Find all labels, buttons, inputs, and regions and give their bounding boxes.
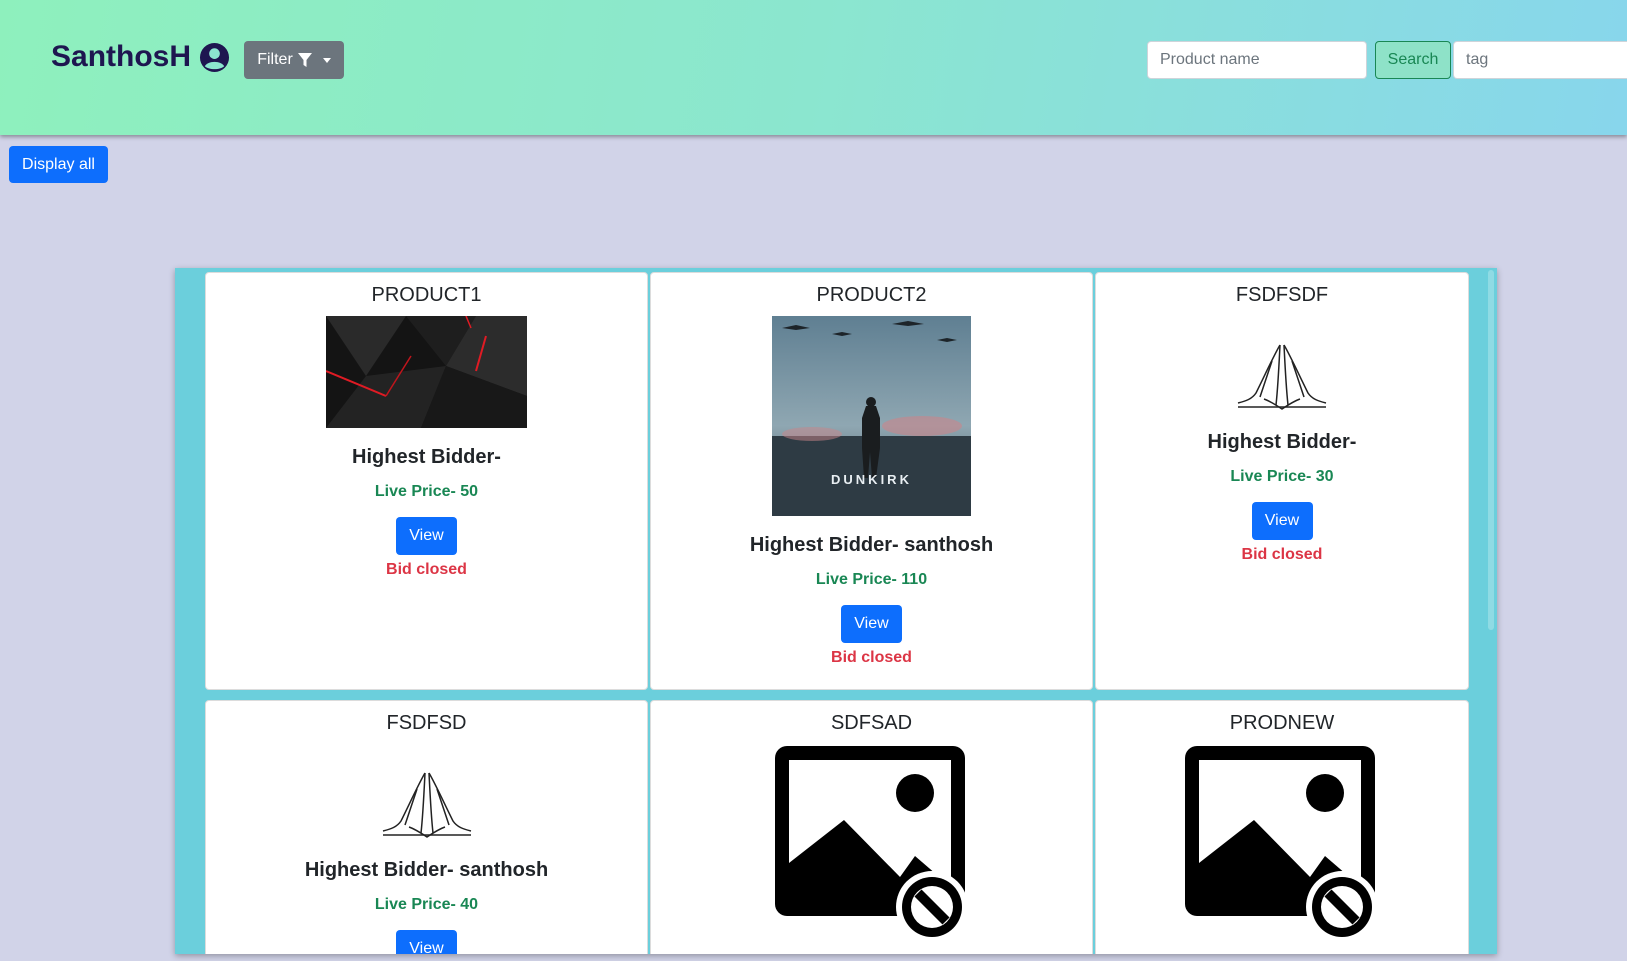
product-title: FSDFSD [386,712,467,734]
highest-bidder: Highest Bidder- [352,446,501,468]
product-card: SDFSAD [650,700,1093,954]
panel-scrollbar[interactable] [1488,270,1494,630]
bid-status: Bid closed [831,649,912,666]
highest-bidder: Highest Bidder- santhosh [749,534,994,556]
product-title: PRODNEW [1229,712,1335,734]
filter-label: Filter [257,51,293,68]
bid-status: Bid closed [1241,546,1323,563]
product-image [326,316,527,428]
brand-name: SanthosH [51,40,192,73]
user-circle-icon [199,42,230,72]
praying-hands-image [382,772,471,838]
product-card: PRODNEW [1095,700,1469,954]
no-image-icon [1185,746,1378,943]
view-button[interactable]: View [396,517,457,555]
view-button[interactable]: View [396,930,457,954]
header: SanthosH Filter Search [0,0,1627,135]
product-card: PRODUCT1 Highest Bidder- Live Price- 50 … [205,272,648,690]
no-image-icon [774,746,968,943]
highest-bidder: Highest Bidder- [1207,431,1357,453]
filter-dropdown-button[interactable]: Filter [244,41,344,79]
product-card: FSDFSD Highest Bidder- santhosh Live Pri… [205,700,648,954]
view-button[interactable]: View [841,605,902,643]
product-grid: PRODUCT1 Highest Bidder- Live Price- 50 … [175,268,1497,954]
product-title: PRODUCT1 [371,284,482,306]
bid-status: Bid closed [386,561,467,578]
poster-title: DUNKIRK [831,472,912,487]
live-price: Live Price- 50 [374,483,479,500]
search-button[interactable]: Search [1375,41,1451,79]
product-title: SDFSAD [830,712,913,734]
highest-bidder: Highest Bidder- santhosh [304,859,549,881]
live-price: Live Price- 110 [815,571,928,588]
live-price: Live Price- 40 [374,896,479,913]
tag-input[interactable] [1453,41,1627,79]
product-card: PRODUCT2 DUNKIRK Highest Bidder- santhos… [650,272,1093,690]
display-all-button[interactable]: Display all [9,146,108,183]
product-title: PRODUCT2 [816,284,927,306]
view-button[interactable]: View [1251,502,1313,540]
product-title: FSDFSDF [1235,284,1329,306]
product-card: FSDFSDF Highest Bidder- Live Price- 30 V… [1095,272,1469,690]
product-name-input[interactable] [1147,41,1367,79]
product-image: DUNKIRK [772,316,971,516]
praying-hands-image [1237,344,1327,410]
chevron-down-icon [322,57,331,63]
live-price: Live Price- 30 [1230,468,1334,485]
brand[interactable]: SanthosH [51,40,230,74]
filter-icon [297,53,312,67]
